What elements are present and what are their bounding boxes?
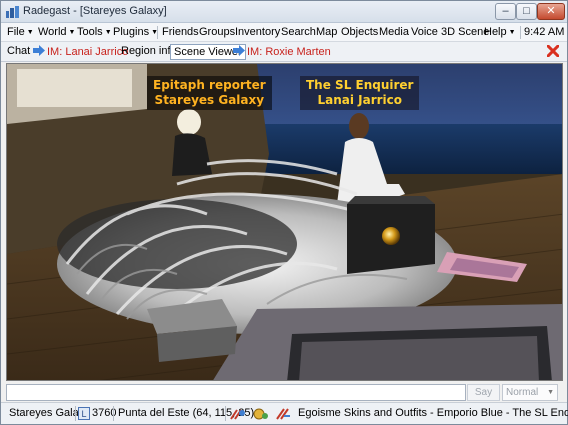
svg-text:L: L [81,409,86,419]
tab-bar: Chat IM: Lanai Jarrico Region info Scene… [1,42,567,62]
close-tab-icon[interactable] [547,45,559,57]
menu-caret-icon: ▼ [68,29,76,36]
menu-3d-scene[interactable]: 3D Scene [441,26,489,38]
menu-objects[interactable]: Objects [341,26,378,38]
scene-viewer-3d[interactable]: Epitaph reporter Stareyes Galaxy The SL … [6,63,563,381]
close-window-button[interactable]: ✕ [537,3,565,20]
status-bar: Stareyes Galaxy L 3760 Punta del Este (6… [1,402,568,424]
menu-tools[interactable]: Tools ▼ [77,26,112,38]
say-button[interactable]: Say [467,384,500,401]
radegast-app-icon [6,6,19,18]
clock: 9:42 AM [524,26,565,38]
menu-friends[interactable]: Friends [162,26,199,38]
maximize-button[interactable]: □ [516,3,537,20]
minimize-button[interactable]: – [495,3,516,20]
menu-bar: File ▼ World ▼ Tools ▼ Plugins ▼ Friends Gro… [1,23,567,42]
menu-help[interactable]: Help ▼ [484,26,516,38]
im-arrow-icon [233,45,245,56]
chat-input[interactable] [6,384,466,401]
menu-separator [520,26,521,39]
menu-plugins[interactable]: Plugins ▼ [113,26,158,38]
chat-mode-value: Normal [506,387,539,398]
chat-mode-select[interactable]: Normal ▼ [502,384,558,401]
menu-search[interactable]: Search [281,26,316,38]
status-parcel-name: Egoisme Skins and Outfits - Emporio Blue… [298,407,568,419]
menu-map[interactable]: Map [316,26,337,38]
parcel-scripts-icon [253,408,268,420]
menu-voice[interactable]: Voice [411,26,438,38]
menu-inventory[interactable]: Inventory [235,26,280,38]
menu-file[interactable]: File ▼ [7,26,34,38]
im-arrow-icon [33,45,45,56]
app-window: Radegast - [Stareyes Galaxy] – □ ✕ File ▼… [0,0,568,425]
chat-input-row: Say Normal ▼ [1,382,567,402]
menu-caret-icon: ▼ [508,29,516,36]
menu-caret-icon: ▼ [104,29,112,36]
title-bar[interactable]: Radegast - [Stareyes Galaxy] – □ ✕ [1,1,567,23]
tab-region-info[interactable]: Region info [121,44,177,60]
tab-im-roxie-marten[interactable]: IM: Roxie Marten [233,44,331,60]
status-separator [225,406,226,421]
tab-im-lanai-jarrico[interactable]: IM: Lanai Jarrico [33,44,128,60]
menu-media[interactable]: Media [379,26,409,38]
avatar-label-lanai: The SL Enquirer Lanai Jarrico [300,76,420,110]
avatar-label-stareyes: Epitaph reporter Stareyes Galaxy [147,76,272,110]
scene-render [7,64,562,380]
menu-caret-icon: ▼ [26,29,34,36]
chevron-down-icon: ▼ [547,389,554,396]
tab-chat[interactable]: Chat [7,44,30,60]
menu-world[interactable]: World ▼ [38,26,75,38]
menu-groups[interactable]: Groups [199,26,235,38]
menu-separator [157,26,158,39]
status-separator [75,406,76,421]
status-separator [113,406,114,421]
window-title: Radegast - [Stareyes Galaxy] [23,5,167,17]
linden-dollar-icon: L [78,407,90,420]
parcel-push-icon [276,408,290,420]
parcel-flags-icon [230,409,245,420]
